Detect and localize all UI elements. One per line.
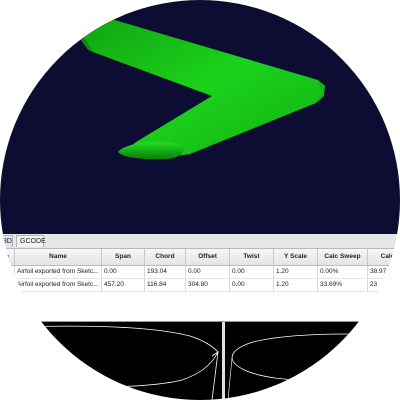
wing-3d-render (74, 18, 325, 160)
airfoil-trailing-edge (211, 351, 219, 400)
column-header-name[interactable]: Name (15, 249, 102, 265)
column-header-twist[interactable]: Twist (230, 249, 274, 265)
cell-span[interactable]: 457.20 (102, 279, 145, 291)
cell-calc-sweep[interactable]: 33.69% (318, 279, 368, 291)
cell-offset[interactable]: 304.80 (186, 279, 230, 291)
tab-3d[interactable]: 3D (0, 235, 13, 247)
airfoil-curve (231, 333, 400, 383)
table-header-row: n Name Span Chord Offset Twist Y Scale C… (0, 249, 400, 266)
app-window: 3D GCODE n Name Span Chord Offset Twist … (0, 0, 400, 400)
cell-calc[interactable]: 38.97 (368, 266, 400, 278)
column-header-calc[interactable]: Calc (368, 249, 400, 265)
cell-calc[interactable]: 23 (368, 279, 400, 291)
cell-twist[interactable]: 0.00 (230, 279, 274, 291)
column-header-offset[interactable]: Offset (186, 249, 230, 265)
column-header-chord[interactable]: Chord (145, 249, 186, 265)
cell-y-scale[interactable]: 1.20 (274, 266, 318, 278)
cell-chord[interactable]: 193.04 (145, 266, 186, 278)
airfoil-leading-edge-line (227, 357, 233, 400)
cell-twist[interactable]: 0.00 (230, 266, 274, 278)
column-header-y-scale[interactable]: Y Scale (274, 249, 318, 265)
cell-index[interactable] (0, 279, 15, 291)
cell-name[interactable]: Airfoil exported from Sketc... (15, 279, 102, 291)
airfoil-curve (17, 325, 219, 388)
table-row[interactable]: Airfoil exported from Sketc... 0.00 193.… (0, 266, 400, 279)
tab-gcode[interactable]: GCODE (16, 235, 46, 247)
cell-span[interactable]: 0.00 (102, 266, 145, 278)
tip-profile-view[interactable] (225, 322, 400, 400)
cell-calc-sweep[interactable]: 0.00% (318, 266, 368, 278)
wing-tip (118, 141, 185, 160)
view-tab-bar: 3D GCODE (0, 234, 400, 249)
column-header-calc-sweep[interactable]: Calc Sweep (318, 249, 368, 265)
root-profile-view[interactable] (0, 322, 222, 400)
root-airfoil-outline (17, 325, 219, 400)
cell-name[interactable]: Airfoil exported from Sketc... (15, 266, 102, 278)
airfoil-table: n Name Span Chord Offset Twist Y Scale C… (0, 249, 400, 321)
cell-chord[interactable]: 116.84 (145, 279, 186, 291)
cell-index[interactable] (0, 266, 15, 278)
cell-offset[interactable]: 0.00 (186, 266, 230, 278)
cell-y-scale[interactable]: 1.20 (274, 279, 318, 291)
3d-viewport[interactable] (0, 0, 400, 234)
tip-airfoil-outline (227, 333, 400, 400)
table-row[interactable]: Airfoil exported from Sketc... 457.20 11… (0, 279, 400, 292)
column-header-span[interactable]: Span (102, 249, 145, 265)
wing-upper-surface (78, 18, 323, 157)
column-header-index[interactable]: n (0, 249, 15, 265)
